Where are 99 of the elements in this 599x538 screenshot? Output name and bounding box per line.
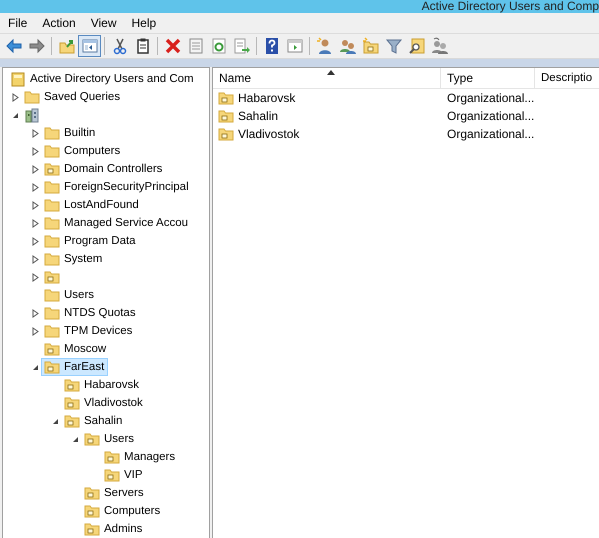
tree-item[interactable]: Sahalin [61, 412, 126, 430]
folder-icon [44, 125, 60, 141]
tree-item[interactable]: System [41, 250, 106, 268]
expand-icon[interactable] [32, 200, 38, 210]
folder-icon [44, 179, 60, 195]
tree-item[interactable]: Saved Queries [21, 88, 124, 106]
filter-icon [384, 37, 402, 55]
expand-icon[interactable] [32, 146, 38, 156]
user-icon [316, 37, 334, 55]
refresh-icon [210, 37, 228, 55]
expand-icon[interactable] [32, 254, 38, 264]
tree-item[interactable]: Moscow [41, 340, 110, 358]
collapse-icon[interactable] [12, 112, 18, 118]
tree-item[interactable]: Vladivostok [61, 394, 147, 412]
menu-item[interactable]: Action [36, 14, 82, 32]
folder-icon [44, 269, 60, 285]
folder-icon [44, 161, 60, 177]
folder-icon [84, 431, 100, 447]
users-icon [430, 37, 448, 55]
table-cell-text: Organizational... [446, 91, 536, 105]
export-list-icon [232, 37, 250, 55]
tree-item[interactable]: Builtin [41, 124, 100, 142]
tree-item[interactable]: Computers [81, 502, 164, 520]
tree-item[interactable]: Habarovsk [61, 376, 143, 394]
folder-icon [44, 197, 60, 213]
tree-item[interactable]: ForeignSecurityPrincipal [41, 178, 193, 196]
folder-up-icon [58, 37, 76, 55]
forward-arrow-icon [28, 37, 46, 55]
tree-item[interactable]: Active Directory Users and Com [7, 70, 198, 88]
building-icon [24, 107, 40, 123]
folder-icon [362, 37, 380, 55]
book-icon [10, 71, 26, 87]
folder-icon [84, 521, 100, 537]
users-icon [338, 37, 356, 55]
tree-item[interactable]: Users [81, 430, 138, 448]
expand-icon[interactable] [32, 182, 38, 192]
list-item[interactable]: Sahalin [213, 108, 441, 124]
collapse-icon[interactable] [32, 364, 38, 370]
find-icon [408, 37, 426, 55]
column-header[interactable]: Type [441, 68, 535, 88]
tree-item[interactable]: Program Data [41, 232, 140, 250]
list-item[interactable]: Habarovsk [213, 90, 441, 106]
folder-icon [44, 233, 60, 249]
folder-icon [64, 413, 80, 429]
folder-icon [64, 395, 80, 411]
expand-icon[interactable] [32, 128, 38, 138]
expand-icon[interactable] [12, 92, 18, 102]
tree-item[interactable]: Managed Service Accou [41, 214, 192, 232]
menu-item[interactable]: View [84, 14, 122, 32]
folder-icon [44, 251, 60, 267]
folder-icon [64, 377, 80, 393]
folder-icon [24, 89, 40, 105]
tree-item[interactable]: Servers [81, 484, 148, 502]
folder-icon [84, 503, 100, 519]
menu-item[interactable]: File [2, 14, 34, 32]
expand-icon[interactable] [32, 236, 38, 246]
tree-item[interactable]: Computers [41, 142, 124, 160]
console-tree-button[interactable] [78, 35, 101, 57]
window-title: Active Directory Users and Comp [422, 0, 599, 13]
tree-item[interactable]: TPM Devices [41, 322, 136, 340]
delete-x-icon [164, 37, 182, 55]
tree-item[interactable]: Domain Controllers [41, 160, 166, 178]
tree-item[interactable]: VIP [101, 466, 147, 484]
tree-item[interactable]: Users [41, 286, 98, 304]
table-cell-text: Organizational... [446, 109, 536, 123]
column-header[interactable]: Descriptio [535, 68, 599, 88]
expand-icon[interactable] [32, 326, 38, 336]
folder-icon [44, 305, 60, 321]
collapse-icon[interactable] [72, 436, 78, 442]
folder-icon [44, 287, 60, 303]
menu-item[interactable]: Help [126, 14, 162, 32]
folder-icon [218, 108, 234, 124]
table-cell-text: Organizational... [446, 127, 536, 141]
column-header[interactable]: Name [213, 68, 441, 88]
expand-icon[interactable] [32, 164, 38, 174]
folder-icon [44, 215, 60, 231]
list-item[interactable]: Vladivostok [213, 126, 441, 142]
folder-icon [44, 359, 60, 375]
tree-item[interactable]: Managers [101, 448, 180, 466]
console-tree-icon [80, 37, 98, 55]
tree-item[interactable]: NTDS Quotas [41, 304, 140, 322]
properties-icon [186, 37, 204, 55]
expand-icon[interactable] [32, 308, 38, 318]
tree-item[interactable]: LostAndFound [41, 196, 143, 214]
folder-icon [218, 90, 234, 106]
folder-icon [104, 467, 120, 483]
tree-item[interactable]: Admins [81, 520, 146, 538]
folder-icon [44, 143, 60, 159]
action-pane-icon [286, 37, 304, 55]
expand-icon[interactable] [32, 218, 38, 228]
folder-icon [218, 126, 234, 142]
tree-item[interactable]: FarEast [41, 358, 108, 376]
folder-icon [44, 323, 60, 339]
folder-icon [104, 449, 120, 465]
expand-icon[interactable] [32, 272, 38, 282]
back-arrow-icon [4, 37, 22, 55]
folder-icon [44, 341, 60, 357]
collapse-icon[interactable] [52, 418, 58, 424]
folder-icon [84, 485, 100, 501]
